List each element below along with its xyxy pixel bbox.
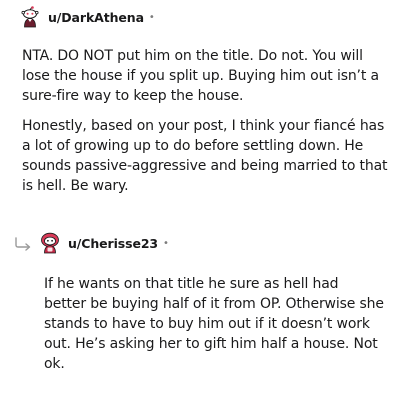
snoo-avatar-icon[interactable] [40,232,60,254]
comment-header: u/DarkAthena • [20,6,155,28]
snoo-avatar-icon[interactable] [20,6,40,28]
comment-username[interactable]: u/DarkAthena [48,10,144,25]
comment-paragraph: If he wants on that title he sure as hel… [44,276,384,372]
meta-separator: • [148,11,155,23]
meta-separator: • [163,237,169,249]
comment-username[interactable]: u/Cherisse23 [68,236,158,251]
comment-paragraph: NTA. DO NOT put him on the title. Do not… [22,48,379,104]
comment-paragraph: Honestly, based on your post, I think yo… [22,118,388,194]
comment-header: u/Cherisse23 • [40,232,169,254]
reply-arrow-icon [14,236,34,251]
